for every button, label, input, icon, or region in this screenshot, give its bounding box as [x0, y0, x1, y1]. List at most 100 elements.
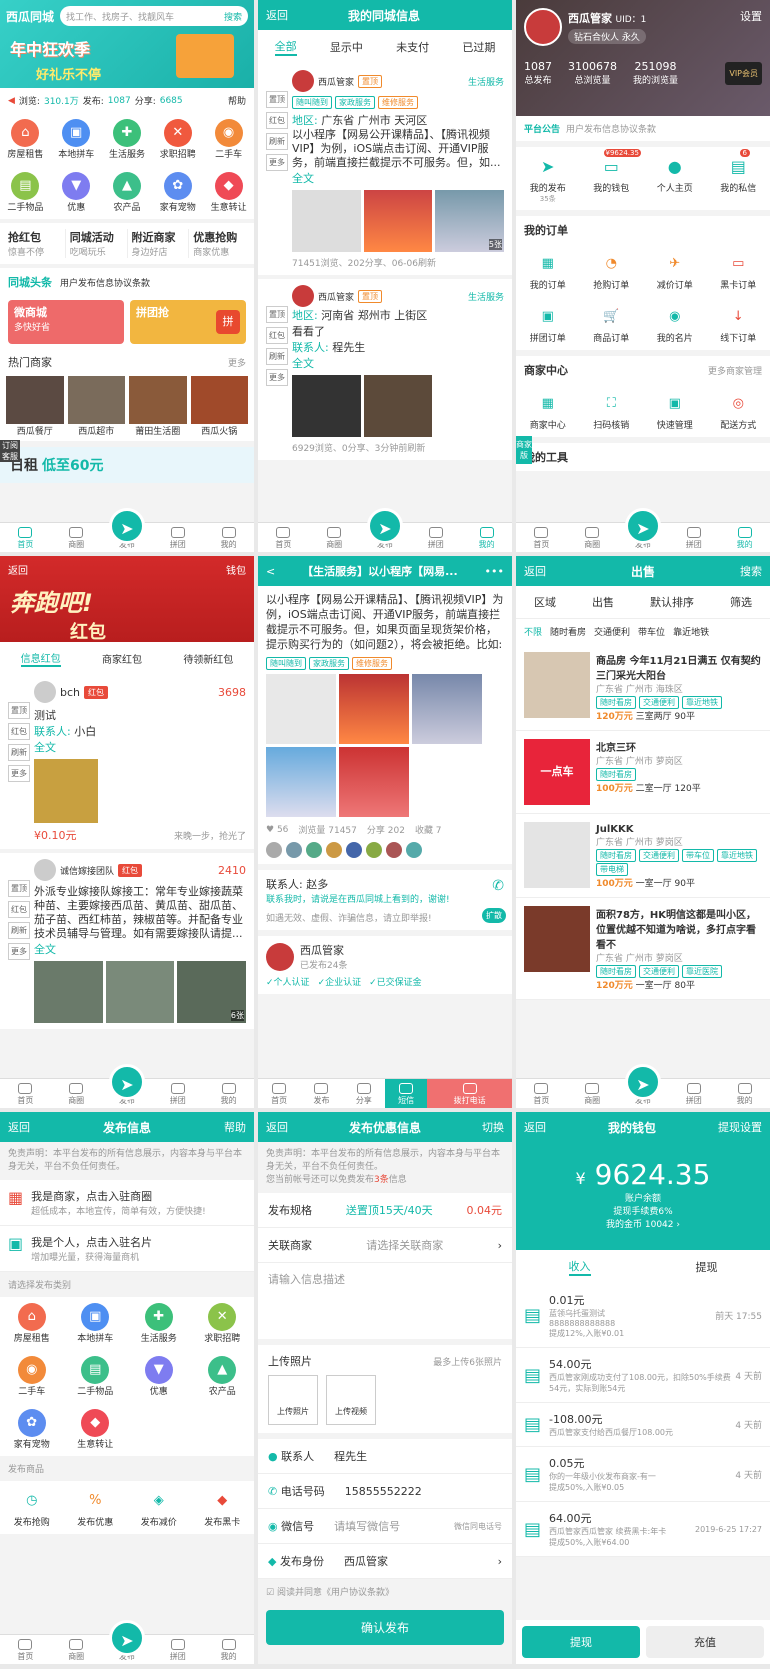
- publish-fab-icon[interactable]: ➤: [625, 1064, 661, 1100]
- vip-card[interactable]: VIP会员: [725, 61, 762, 85]
- action-call[interactable]: 拨打电话: [427, 1079, 512, 1108]
- promo-nearby[interactable]: 附近商家 身边好店: [126, 229, 189, 258]
- post-image[interactable]: [339, 674, 409, 744]
- publish-fab-icon[interactable]: ➤: [625, 508, 661, 544]
- post-image[interactable]: [363, 375, 433, 437]
- back-button[interactable]: 返回: [266, 1119, 288, 1135]
- upload-video-button[interactable]: 上传视频: [326, 1375, 376, 1425]
- back-button[interactable]: 返回: [8, 562, 28, 577]
- publish-goods[interactable]: % 发布优惠: [64, 1481, 128, 1534]
- publish-category[interactable]: ✚ 生活服务: [127, 1297, 191, 1350]
- tab-group[interactable]: 拼团: [668, 523, 719, 552]
- quick-messages[interactable]: 6 ▤ 我的私信: [707, 147, 770, 210]
- chip[interactable]: 交通便利: [594, 625, 630, 638]
- publish-category[interactable]: ▤ 二手物品: [64, 1350, 128, 1403]
- filter-sort[interactable]: 默认排序: [650, 594, 694, 610]
- hot-more-link[interactable]: 更多: [228, 356, 246, 369]
- stat-my-views[interactable]: 251098 我的浏览量: [633, 60, 678, 86]
- tab-mine[interactable]: 我的: [203, 523, 254, 552]
- help-link[interactable]: 帮助: [228, 94, 246, 107]
- back-button[interactable]: 返回: [8, 1119, 30, 1135]
- category-item[interactable]: ▤ 二手物品: [0, 166, 51, 219]
- order-item[interactable]: ▣ 拼团订单: [516, 297, 580, 350]
- qr-image[interactable]: [292, 190, 361, 252]
- withdraw-settings[interactable]: 提现设置: [718, 1119, 762, 1135]
- publish-fab-icon[interactable]: ➤: [109, 1064, 145, 1100]
- publish-goods[interactable]: ◷ 发布抢购: [0, 1481, 64, 1534]
- tab-all[interactable]: 全部: [274, 38, 297, 56]
- search-button[interactable]: 搜索: [740, 563, 762, 579]
- more-options-icon[interactable]: •••: [485, 565, 504, 578]
- tab-home[interactable]: 首页: [516, 1079, 567, 1108]
- read-more-link[interactable]: 全文: [292, 355, 504, 371]
- upload-photo-button[interactable]: 上传照片: [268, 1375, 318, 1425]
- category-item[interactable]: ✿ 家有宠物: [152, 166, 203, 219]
- transaction-item[interactable]: ▤ 0.01元 蓝领乌托蛋测试 8888888888888 提成12%,入账¥0.01 前…: [516, 1284, 770, 1348]
- action-publish[interactable]: 发布: [300, 1079, 342, 1108]
- transaction-item[interactable]: ▤ 54.00元 西瓜管家刚成功支付了108.00元，扣除50%手续费54元，实际到…: [516, 1348, 770, 1403]
- order-item[interactable]: ✈ 减价订单: [643, 244, 707, 297]
- back-button[interactable]: 返回: [266, 7, 288, 23]
- tab-shops[interactable]: 商圈: [309, 523, 360, 552]
- tab-showing[interactable]: 显示中: [330, 39, 363, 55]
- action-redpacket[interactable]: 红包: [266, 112, 288, 129]
- publish-category[interactable]: ✕ 求职招聘: [191, 1297, 255, 1350]
- post-image[interactable]: [339, 747, 409, 817]
- tab-group[interactable]: 拼团: [410, 523, 461, 552]
- wallet-link[interactable]: 钱包: [226, 562, 246, 577]
- phone-field[interactable]: ✆ 电话号码 15855552222: [258, 1474, 512, 1509]
- quick-profile-page[interactable]: ● 个人主页: [643, 147, 707, 210]
- post-image[interactable]: 5张: [435, 190, 505, 252]
- back-button[interactable]: 返回: [524, 563, 546, 579]
- video-thumbnail[interactable]: [292, 375, 361, 437]
- tab-mine[interactable]: 我的: [203, 1635, 254, 1664]
- tab-expired[interactable]: 已过期: [462, 39, 495, 55]
- category-item[interactable]: ▲ 农产品: [102, 166, 153, 219]
- tab-mine[interactable]: 我的: [719, 1079, 770, 1108]
- submit-button[interactable]: 确认发布: [266, 1610, 504, 1645]
- listing-item[interactable]: 面积78方，HK明信这都是叫小区，位置优越不知道为啥说，多打点字看看不 广东省 广…: [516, 898, 770, 1000]
- publish-fab-icon[interactable]: ➤: [109, 1620, 145, 1656]
- merchant-card[interactable]: 莆田生活圈: [129, 376, 187, 437]
- stat-views[interactable]: 3100678 总浏览量: [568, 60, 617, 86]
- merchant-card[interactable]: 西瓜餐厅: [6, 376, 64, 437]
- merchant-item[interactable]: ▦ 商家中心: [516, 384, 580, 437]
- quick-wallet[interactable]: ¥9624.35 ▭ 我的钱包: [580, 147, 644, 210]
- merchant-card[interactable]: 西瓜火锅: [190, 376, 248, 437]
- action-redpacket[interactable]: 红包: [266, 327, 288, 344]
- order-item[interactable]: ▭ 黑卡订单: [707, 244, 770, 297]
- filter-area[interactable]: 区域: [534, 594, 556, 610]
- redpacket-post[interactable]: .置顶红包刷新更多 诚信嫁接团队红包2410 外派专业嫁接队嫁接工：常年专业嫁接…: [0, 853, 254, 1029]
- tab-home[interactable]: 首页: [516, 523, 567, 552]
- identity-select[interactable]: ◆ 发布身份 西瓜管家 ›: [258, 1544, 512, 1579]
- publish-goods[interactable]: ◈ 发布减价: [127, 1481, 191, 1534]
- order-item[interactable]: ↓ 线下订单: [707, 297, 770, 350]
- like-count[interactable]: ♥ 56: [266, 825, 288, 835]
- order-item[interactable]: ▦ 我的订单: [516, 244, 580, 297]
- settings-button[interactable]: 设置: [740, 8, 762, 24]
- post-image[interactable]: [266, 747, 336, 817]
- tab-home[interactable]: 首页: [258, 523, 309, 552]
- category-item[interactable]: ✕ 求职招聘: [152, 113, 203, 166]
- groupbuy-card[interactable]: 拼团抢拼: [130, 300, 246, 344]
- category-item[interactable]: ▣ 本地拼车: [51, 113, 102, 166]
- category-item[interactable]: ◉ 二手车: [203, 113, 254, 166]
- phone-icon[interactable]: ✆: [492, 878, 504, 894]
- back-button[interactable]: 返回: [524, 1119, 546, 1135]
- merchant-card[interactable]: 西瓜超市: [67, 376, 125, 437]
- share-count[interactable]: 分享 202: [367, 823, 405, 836]
- chip[interactable]: 靠近地铁: [673, 625, 709, 638]
- agreement-checkbox[interactable]: ☑ 阅读并同意《用户协议条款》: [258, 1579, 512, 1604]
- promo-activity[interactable]: 同城活动 吃喝玩乐: [64, 229, 127, 258]
- tab-mine[interactable]: 我的: [719, 523, 770, 552]
- description-input[interactable]: 请输入信息描述: [258, 1263, 512, 1339]
- rule-select[interactable]: 发布规格 送置顶15天/40天 0.04元: [258, 1193, 512, 1228]
- person-join[interactable]: ▣ 我是个人，点击入驻名片 增加曝光量，获得海量商机: [0, 1226, 254, 1272]
- promo-redpacket[interactable]: 抢红包 惊喜不停: [4, 229, 65, 258]
- side-float[interactable]: 订阅 客服: [0, 440, 20, 462]
- contact-field[interactable]: ● 联系人 程先生: [258, 1439, 512, 1474]
- chip[interactable]: 带车位: [638, 625, 665, 638]
- tab-shops[interactable]: 商圈: [51, 1635, 102, 1664]
- transaction-item[interactable]: ▤ -108.00元 西瓜管家支付给西瓜餐厅108.00元 4 天前: [516, 1403, 770, 1447]
- merchant-item[interactable]: ◎ 配送方式: [707, 384, 770, 437]
